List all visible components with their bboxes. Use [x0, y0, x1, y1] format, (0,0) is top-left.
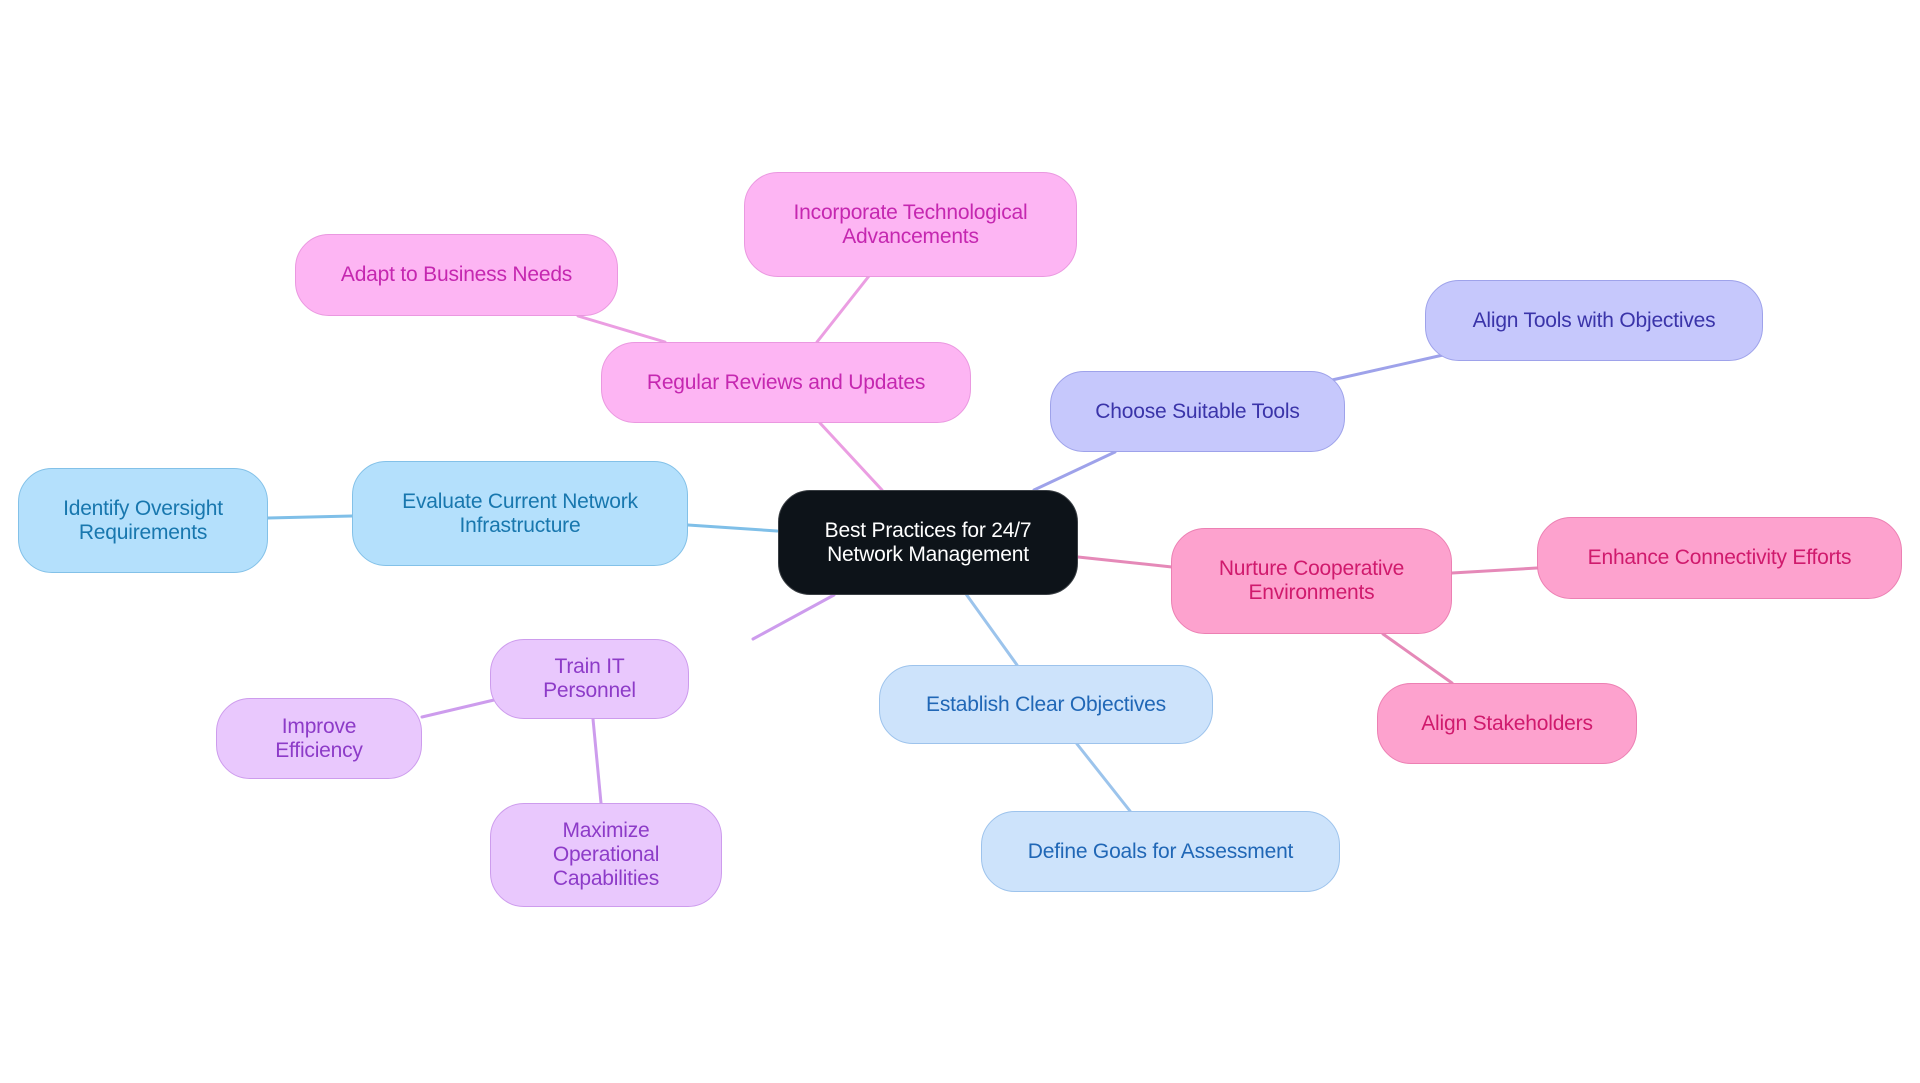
branch-node-establish-objectives[interactable]: Establish Clear Objectives	[879, 665, 1213, 744]
leaf-node-label: Identify Oversight Requirements	[63, 496, 223, 544]
branch-node-choose-tools[interactable]: Choose Suitable Tools	[1050, 371, 1345, 452]
leaf-node-align-stakeholders[interactable]: Align Stakeholders	[1377, 683, 1637, 764]
branch-node-train-it[interactable]: Train IT Personnel	[490, 639, 689, 719]
leaf-node-adapt-business-needs[interactable]: Adapt to Business Needs	[295, 234, 618, 316]
branch-node-nurture-cooperative[interactable]: Nurture Cooperative Environments	[1171, 528, 1452, 634]
edge-evaluate-oversight	[266, 514, 354, 520]
edge-root-objectives	[964, 592, 1019, 667]
leaf-node-label: Improve Efficiency	[275, 714, 363, 762]
branch-node-label: Evaluate Current Network Infrastructure	[402, 489, 638, 537]
edge-root-nurture	[1076, 555, 1174, 569]
leaf-node-label: Align Stakeholders	[1421, 711, 1593, 735]
branch-node-label: Nurture Cooperative Environments	[1218, 557, 1405, 604]
leaf-node-label: Define Goals for Assessment	[1027, 839, 1294, 863]
leaf-node-identify-oversight[interactable]: Identify Oversight Requirements	[18, 468, 268, 573]
leaf-node-label: Adapt to Business Needs	[340, 263, 573, 286]
branch-node-label: Regular Reviews and Updates	[646, 370, 926, 394]
leaf-node-label: Align Tools with Objectives	[1472, 308, 1716, 332]
leaf-node-maximize-capabilities[interactable]: Maximize Operational Capabilities	[490, 803, 722, 907]
branch-node-label: Establish Clear Objectives	[926, 692, 1166, 716]
edge-objectives-define-goals	[1075, 742, 1132, 813]
root-node-label: Best Practices for 24/7 Network Manageme…	[824, 518, 1032, 566]
root-node[interactable]: Best Practices for 24/7 Network Manageme…	[778, 490, 1078, 595]
edge-root-train	[751, 593, 836, 641]
edge-train-maximize	[591, 717, 603, 805]
leaf-node-label: Maximize Operational Capabilities	[552, 819, 660, 890]
edge-tools-align-tools	[1330, 353, 1445, 382]
branch-node-evaluate-network[interactable]: Evaluate Current Network Infrastructure	[352, 461, 688, 566]
branch-node-regular-reviews[interactable]: Regular Reviews and Updates	[601, 342, 971, 423]
leaf-node-align-tools[interactable]: Align Tools with Objectives	[1425, 280, 1763, 361]
leaf-node-define-goals[interactable]: Define Goals for Assessment	[981, 811, 1340, 892]
edge-reviews-adapt	[576, 314, 667, 344]
leaf-node-enhance-connectivity[interactable]: Enhance Connectivity Efforts	[1537, 517, 1902, 599]
branch-node-label: Choose Suitable Tools	[1095, 399, 1300, 423]
leaf-node-improve-efficiency[interactable]: Improve Efficiency	[216, 698, 422, 779]
edge-root-evaluate	[686, 523, 779, 533]
edge-root-tools	[1032, 450, 1117, 492]
leaf-node-label: Enhance Connectivity Efforts	[1587, 546, 1852, 569]
branch-node-label: Train IT Personnel	[543, 655, 636, 702]
edge-nurture-stakeholders	[1381, 632, 1454, 685]
edge-train-efficiency	[420, 698, 496, 719]
leaf-node-label: Incorporate Technological Advancements	[793, 200, 1028, 248]
edge-reviews-incorporate	[815, 274, 871, 344]
edge-root-reviews	[818, 421, 884, 492]
edge-nurture-enhance	[1450, 566, 1539, 575]
leaf-node-incorporate-tech[interactable]: Incorporate Technological Advancements	[744, 172, 1077, 277]
